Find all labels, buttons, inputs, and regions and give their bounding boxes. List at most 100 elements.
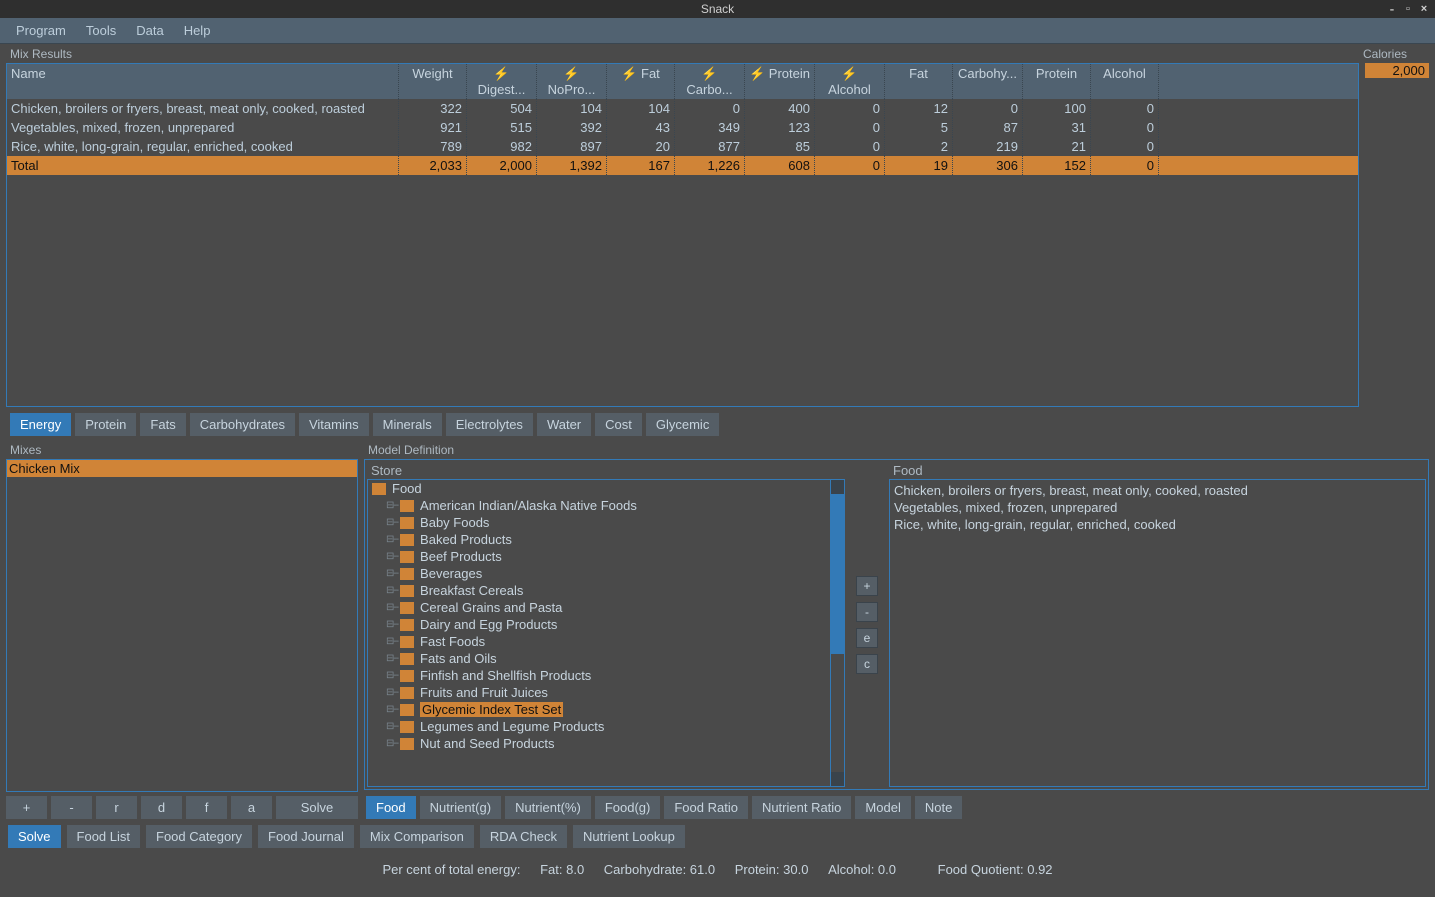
col-fat-e[interactable]: ⚡ Fat — [607, 64, 675, 99]
table-row[interactable]: Vegetables, mixed, frozen, unprepared 92… — [7, 118, 1358, 137]
folder-icon — [400, 551, 414, 563]
tree-item[interactable]: Nut and Seed Products — [368, 735, 844, 752]
mix-f-button[interactable]: f — [186, 796, 227, 819]
mix-remove-button[interactable]: - — [51, 796, 92, 819]
scroll-up-icon[interactable] — [831, 480, 844, 494]
main-tab-rda-check[interactable]: RDA Check — [480, 825, 567, 848]
tree-item-label: Glycemic Index Test Set — [420, 702, 563, 717]
folder-icon — [400, 568, 414, 580]
folder-icon — [400, 585, 414, 597]
main-tab-food-list[interactable]: Food List — [67, 825, 140, 848]
main-tab-food-category[interactable]: Food Category — [146, 825, 252, 848]
model-tab-model[interactable]: Model — [855, 796, 910, 819]
model-tab-nutrient-ratio[interactable]: Nutrient Ratio — [752, 796, 851, 819]
col-carbo[interactable]: Carbohy... — [953, 64, 1023, 99]
col-prot[interactable]: Protein — [1023, 64, 1091, 99]
tree-item[interactable]: Fast Foods — [368, 633, 844, 650]
tree-item[interactable]: Finfish and Shellfish Products — [368, 667, 844, 684]
tree-item[interactable]: Beef Products — [368, 548, 844, 565]
window-title: Snack — [701, 2, 734, 16]
tree-item[interactable]: Cereal Grains and Pasta — [368, 599, 844, 616]
mix-add-button[interactable]: + — [6, 796, 47, 819]
tree-item[interactable]: Baby Foods — [368, 514, 844, 531]
menu-help[interactable]: Help — [174, 19, 221, 42]
tree-item[interactable]: Breakfast Cereals — [368, 582, 844, 599]
col-carbo-e[interactable]: ⚡ Carbo... — [675, 64, 745, 99]
tree-item[interactable]: Fruits and Fruit Juices — [368, 684, 844, 701]
mix-item-selected[interactable]: Chicken Mix — [7, 460, 357, 477]
status-food-quotient: Food Quotient: 0.92 — [938, 862, 1053, 877]
col-name[interactable]: Name — [7, 64, 399, 99]
clear-food-button[interactable]: c — [856, 654, 878, 674]
model-tab-note[interactable]: Note — [915, 796, 962, 819]
model-tab-nutrient-pct[interactable]: Nutrient(%) — [505, 796, 591, 819]
tab-energy[interactable]: Energy — [10, 413, 71, 436]
tree-item[interactable]: American Indian/Alaska Native Foods — [368, 497, 844, 514]
tab-cost[interactable]: Cost — [595, 413, 642, 436]
model-tab-food-ratio[interactable]: Food Ratio — [664, 796, 748, 819]
menu-data[interactable]: Data — [126, 19, 173, 42]
col-alc-e[interactable]: ⚡ Alcohol — [815, 64, 885, 99]
tree-item-label: Legumes and Legume Products — [420, 719, 604, 734]
tab-water[interactable]: Water — [537, 413, 591, 436]
col-weight[interactable]: Weight — [399, 64, 467, 99]
tree-item[interactable]: Fats and Oils — [368, 650, 844, 667]
main-tab-nutrient-lookup[interactable]: Nutrient Lookup — [573, 825, 685, 848]
mix-r-button[interactable]: r — [96, 796, 137, 819]
col-nopro[interactable]: ⚡ NoPro... — [537, 64, 607, 99]
mix-a-button[interactable]: a — [231, 796, 272, 819]
menu-tools[interactable]: Tools — [76, 19, 126, 42]
tab-fats[interactable]: Fats — [140, 413, 185, 436]
table-row[interactable]: Rice, white, long-grain, regular, enrich… — [7, 137, 1358, 156]
food-item[interactable]: Vegetables, mixed, frozen, unprepared — [894, 499, 1421, 516]
mix-solve-button[interactable]: Solve — [276, 796, 358, 819]
tab-minerals[interactable]: Minerals — [373, 413, 442, 436]
tab-carbohydrates[interactable]: Carbohydrates — [190, 413, 295, 436]
tab-electrolytes[interactable]: Electrolytes — [446, 413, 533, 436]
scroll-down-icon[interactable] — [831, 772, 844, 786]
add-food-button[interactable]: + — [856, 576, 878, 596]
mix-results-label: Mix Results — [6, 44, 1359, 63]
tab-protein[interactable]: Protein — [75, 413, 136, 436]
main-tab-solve[interactable]: Solve — [8, 825, 61, 848]
maximize-icon[interactable]: ▫ — [1401, 0, 1415, 18]
store-tree[interactable]: Food American Indian/Alaska Native Foods… — [367, 479, 845, 787]
edit-food-button[interactable]: e — [856, 628, 878, 648]
folder-icon — [400, 517, 414, 529]
mixes-list[interactable]: Chicken Mix — [6, 459, 358, 792]
tree-item-label: Baby Foods — [420, 515, 489, 530]
close-icon[interactable]: × — [1417, 0, 1431, 18]
tree-item[interactable]: Dairy and Egg Products — [368, 616, 844, 633]
main-tab-food-journal[interactable]: Food Journal — [258, 825, 354, 848]
tree-item[interactable]: Glycemic Index Test Set — [368, 701, 844, 718]
table-row[interactable]: Chicken, broilers or fryers, breast, mea… — [7, 99, 1358, 118]
mix-d-button[interactable]: d — [141, 796, 182, 819]
model-tab-food[interactable]: Food — [366, 796, 416, 819]
tree-item[interactable]: Legumes and Legume Products — [368, 718, 844, 735]
food-item[interactable]: Chicken, broilers or fryers, breast, mea… — [894, 482, 1421, 499]
col-alc[interactable]: Alcohol — [1091, 64, 1159, 99]
main-tabs: Solve Food List Food Category Food Journ… — [0, 819, 1435, 854]
mix-results-table: Name Weight ⚡ Digest... ⚡ NoPro... ⚡ Fat… — [6, 63, 1359, 407]
tree-item[interactable]: Beverages — [368, 565, 844, 582]
col-digest[interactable]: ⚡ Digest... — [467, 64, 537, 99]
model-tab-nutrient-g[interactable]: Nutrient(g) — [420, 796, 501, 819]
tab-glycemic[interactable]: Glycemic — [646, 413, 719, 436]
col-prot-e[interactable]: ⚡ Protein — [745, 64, 815, 99]
tree-scrollbar[interactable] — [830, 480, 844, 786]
model-tab-food-g[interactable]: Food(g) — [595, 796, 661, 819]
tree-item[interactable]: Baked Products — [368, 531, 844, 548]
food-list[interactable]: Chicken, broilers or fryers, breast, mea… — [889, 479, 1426, 787]
food-item[interactable]: Rice, white, long-grain, regular, enrich… — [894, 516, 1421, 533]
folder-icon — [400, 704, 414, 716]
remove-food-button[interactable]: - — [856, 602, 878, 622]
tree-root[interactable]: Food — [368, 480, 844, 497]
main-tab-mix-comparison[interactable]: Mix Comparison — [360, 825, 474, 848]
col-fat[interactable]: Fat — [885, 64, 953, 99]
model-definition-panel: Store Food American Indian/Alaska Native… — [364, 459, 1429, 819]
menu-program[interactable]: Program — [6, 19, 76, 42]
tab-vitamins[interactable]: Vitamins — [299, 413, 369, 436]
minimize-icon[interactable]: ˗ — [1385, 0, 1399, 18]
store-label: Store — [367, 462, 845, 479]
scroll-thumb[interactable] — [831, 494, 844, 654]
